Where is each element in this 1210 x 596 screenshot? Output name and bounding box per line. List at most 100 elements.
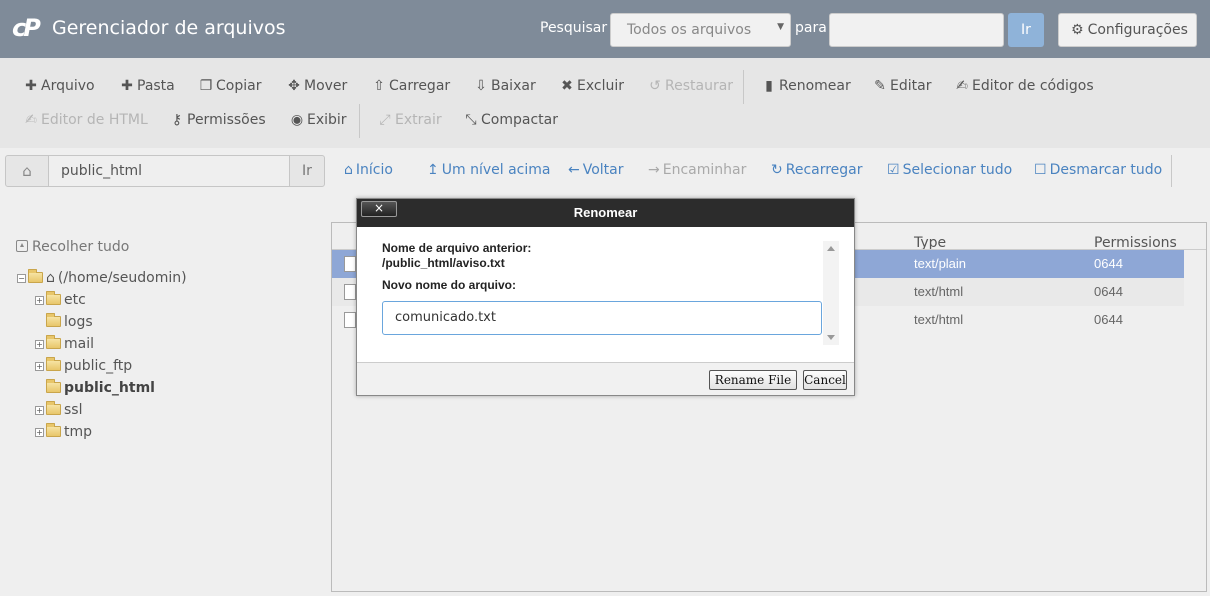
rename-label: Renomear [779,78,851,94]
plus-icon: + [35,362,44,371]
cancel-button[interactable]: Cancel [803,370,847,390]
path-go-button[interactable]: Ir [289,155,325,187]
copy-button[interactable]: ❐ Copiar [199,78,262,94]
code-editor-label: Editor de códigos [972,78,1094,94]
checkbox-empty-icon: ☐ [1034,162,1047,178]
code-editor-button[interactable]: ✍ Editor de códigos [955,78,1094,94]
edit-button[interactable]: ✎ Editar [873,78,931,94]
path-input[interactable]: public_html [48,155,290,187]
delete-button[interactable]: ✖ Excluir [560,78,624,94]
new-file-button[interactable]: ✚ Arquivo [24,78,94,94]
delete-label: Excluir [577,78,624,94]
new-name-label: Novo nome do arquivo: [382,278,517,292]
home-icon: ⌂ [22,162,32,180]
collapse-all-link[interactable]: Recolher tudo [16,239,129,255]
select-all-link[interactable]: ☑ Selecionar tudo [887,162,1012,178]
old-name-label: Nome de arquivo anterior: [382,241,532,255]
rename-file-button[interactable]: Rename File [709,370,797,390]
tree-item-tmp[interactable]: + tmp [35,423,92,442]
view-label: Exibir [307,112,347,128]
copy-icon: ❐ [199,78,213,94]
select-all-label: Selecionar tudo [902,162,1013,178]
tree-item-label: ssl [64,402,83,418]
nav-back-link[interactable]: ← Voltar [568,162,624,178]
toolbar-divider [743,70,744,104]
tree-item-ssl[interactable]: + ssl [35,401,83,420]
compress-label: Compactar [481,112,558,128]
dialog-body: Nome de arquivo anterior: /public_html/a… [357,227,854,362]
home-icon: ⌂ [344,162,353,178]
plus-icon: + [35,406,44,415]
copy-label: Copiar [216,78,262,94]
nav-reload-label: Recarregar [785,162,863,178]
home-button[interactable]: ⌂ [5,155,49,187]
tree-item-label: etc [64,292,86,308]
compress-icon: ⤡ [465,112,477,128]
tree-root[interactable]: − ⌂ (/home/seudomin) [17,269,187,286]
deselect-all-link[interactable]: ☐ Desmarcar tudo [1034,162,1162,178]
new-folder-label: Pasta [137,78,175,94]
search-go-button[interactable]: Ir [1008,13,1044,47]
deselect-all-label: Desmarcar tudo [1049,162,1163,178]
search-label: Pesquisar [540,20,608,36]
nav-back-label: Voltar [582,162,624,178]
chevron-down-icon: ▼ [777,22,784,32]
download-label: Baixar [491,78,536,94]
tree-item-public-html[interactable]: public_html [35,379,155,398]
settings-button[interactable]: ⚙ Configurações [1058,13,1197,47]
nav-forward-label: Encaminhar [662,162,747,178]
home-icon: ⌂ [46,270,55,286]
move-button[interactable]: ✥ Mover [287,78,347,94]
tree-item-mail[interactable]: + mail [35,335,94,354]
cell-permissions: 0644 [1094,312,1123,327]
new-name-input[interactable]: comunicado.txt [382,301,822,335]
dialog-titlebar[interactable]: Renomear [357,199,854,227]
tree-item-public-ftp[interactable]: + public_ftp [35,357,133,376]
search-scope-select[interactable]: Todos os arquivos ▼ [610,13,791,47]
nav-reload-link[interactable]: ↻ Recarregar [771,162,863,178]
plus-icon: + [35,340,44,349]
new-folder-button[interactable]: ✚ Pasta [120,78,175,94]
edit-label: Editar [890,78,932,94]
folder-icon [46,379,61,393]
tree-item-logs[interactable]: logs [35,313,93,332]
compress-button[interactable]: ⤡ Compactar [464,112,558,128]
html-editor-button[interactable]: ✍ Editor de HTML [24,112,148,128]
nav-forward-link[interactable]: → Encaminhar [648,162,746,178]
cell-permissions: 0644 [1094,256,1123,271]
scroll-down-icon[interactable] [827,335,835,340]
top-header: cP Gerenciador de arquivos Pesquisar Tod… [0,0,1210,58]
tree-item-etc[interactable]: + etc [35,291,86,310]
html-file-icon [344,284,356,300]
dialog-scrollbar[interactable] [823,241,839,345]
folder-icon [46,423,61,437]
cell-type: text/html [914,312,964,327]
level-up-icon: ↥ [427,162,439,178]
view-button[interactable]: ◉ Exibir [290,112,347,128]
permissions-button[interactable]: ⚷ Permissões [170,112,266,128]
settings-label: Configurações [1087,22,1188,38]
nav-up-label: Um nível acima [441,162,551,178]
dialog-close-button[interactable]: × [361,201,397,217]
nav-up-link[interactable]: ↥ Um nível acima [427,162,550,178]
search-input[interactable] [829,13,1004,47]
edit-square-icon: ✍ [956,78,968,94]
rename-dialog: Renomear × Nome de arquivo anterior: /pu… [356,198,855,396]
folder-icon [46,357,61,371]
tree-root-label: (/home/seudomin) [57,270,187,286]
close-icon: ✖ [561,78,573,94]
tree-item-label: public_ftp [64,358,133,374]
scroll-up-icon[interactable] [827,246,835,251]
nav-home-link[interactable]: ⌂ Início [344,162,393,178]
extract-button[interactable]: ⤢ Extrair [378,112,441,128]
collapse-all-label: Recolher tudo [32,239,130,255]
arrow-right-icon: → [648,162,660,178]
old-name-value: /public_html/aviso.txt [382,256,505,270]
tree-item-label: logs [64,314,93,330]
rename-button[interactable]: ▮ Renomear [762,78,851,94]
download-icon: ⇩ [475,78,487,94]
upload-button[interactable]: ⇧ Carregar [372,78,450,94]
download-button[interactable]: ⇩ Baixar [474,78,536,94]
restore-button[interactable]: ↺ Restaurar [648,78,733,94]
permissions-label: Permissões [187,112,266,128]
